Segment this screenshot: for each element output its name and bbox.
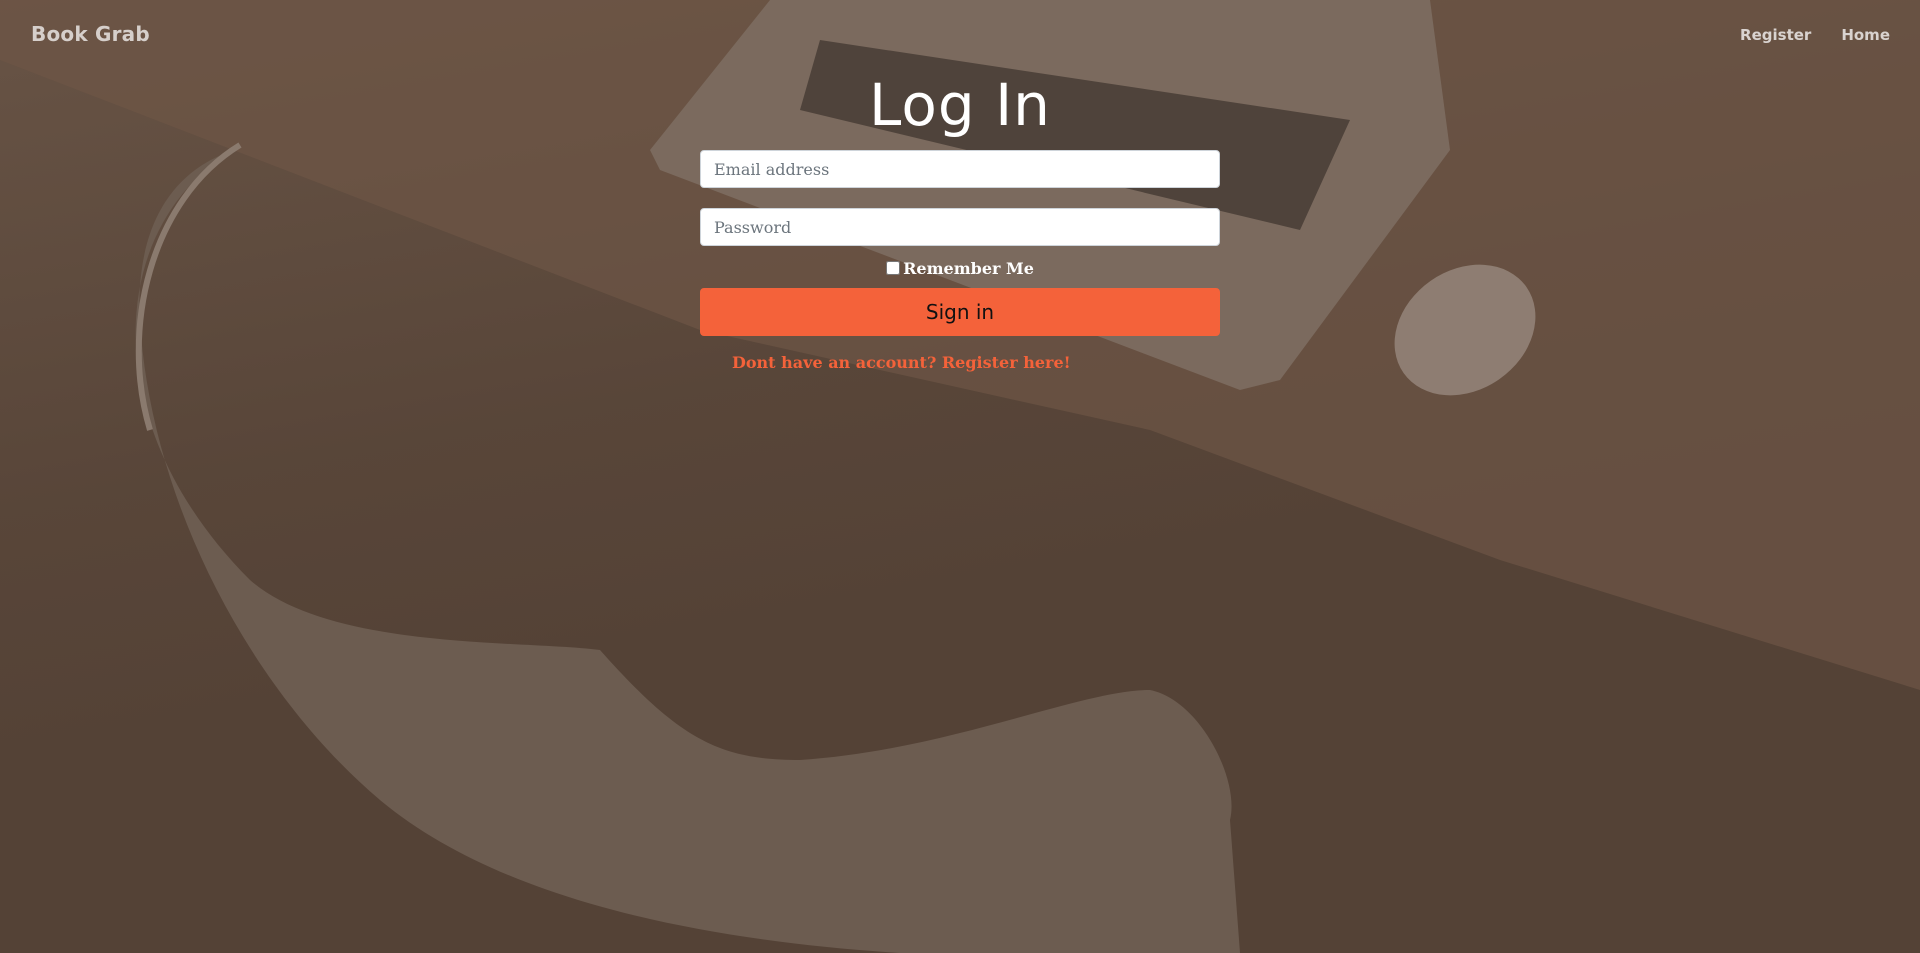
nav-link-home[interactable]: Home [1841, 26, 1890, 44]
navbar: Book Grab Register Home [0, 0, 1920, 72]
password-field[interactable] [700, 208, 1220, 246]
remember-me-checkbox[interactable] [886, 261, 901, 275]
register-link[interactable]: Dont have an account? Register here! [732, 353, 1220, 372]
email-field[interactable] [700, 150, 1220, 188]
page-title: Log In [869, 71, 1051, 139]
login-form: Log In Remember Me Sign in Dont have an … [700, 68, 1220, 372]
nav-link-register[interactable]: Register [1740, 26, 1811, 44]
nav-links: Register Home [1740, 26, 1890, 44]
remember-me: Remember Me [700, 257, 1220, 279]
brand-logo[interactable]: Book Grab [31, 22, 150, 46]
sign-in-button[interactable]: Sign in [700, 288, 1220, 336]
remember-me-label[interactable]: Remember Me [903, 259, 1034, 278]
